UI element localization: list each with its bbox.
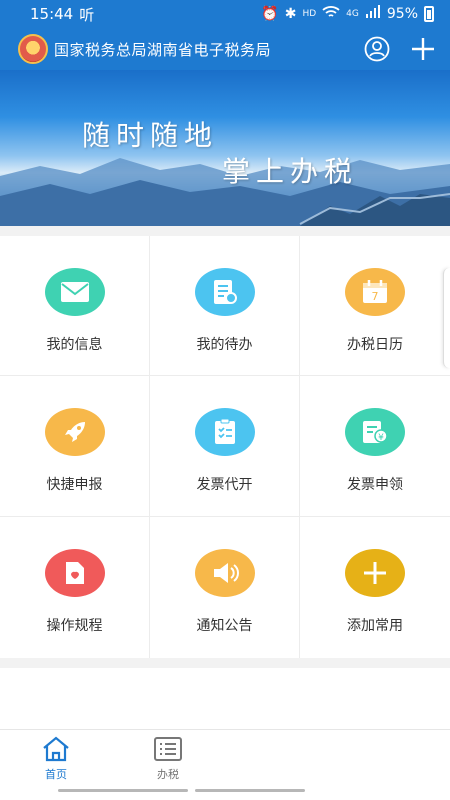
menu-label: 我的信息 [46, 337, 103, 353]
menu-operation-guide[interactable]: 操作规程 [0, 517, 150, 658]
gesture-bar [195, 789, 305, 792]
side-drawer-handle[interactable] [443, 268, 450, 368]
nav-tax[interactable]: 办税 [112, 730, 224, 784]
add-icon[interactable] [408, 34, 438, 64]
invoice-icon: ¥ [345, 408, 405, 456]
status-time: 15:44 [30, 5, 74, 23]
menu-label: 办税日历 [347, 337, 403, 353]
bluetooth-icon: ✱ [284, 6, 297, 22]
menu-invoice-apply[interactable]: ¥ 发票申领 [300, 376, 450, 517]
menu-quick-declare[interactable]: 快捷申报 [0, 376, 150, 517]
banner[interactable]: 随时随地 掌上办税 [0, 70, 450, 226]
network-type: 4G [346, 9, 359, 19]
nav-tax-label: 办税 [157, 768, 179, 781]
banner-slogan-line1: 随时随地 [82, 119, 219, 152]
todo-icon [194, 268, 255, 316]
checklist-icon [194, 408, 255, 456]
plus-icon [345, 549, 405, 597]
menu-label: 快捷申报 [46, 477, 103, 493]
section-divider [0, 226, 450, 236]
app-bar: 国家税务总局湖南省电子税务局 [0, 28, 450, 70]
menu-label: 操作规程 [46, 618, 103, 634]
menu-my-todo[interactable]: 我的待办 [150, 236, 300, 376]
app-title: 国家税务总局湖南省电子税务局 [54, 40, 272, 59]
menu-label: 发票申领 [347, 477, 403, 493]
status-bar: 15:44 听 ⏰ ✱ HD 4G 95% [0, 0, 450, 28]
rocket-icon [44, 408, 105, 456]
section-divider [0, 658, 450, 668]
gesture-bar [58, 789, 188, 792]
battery-percent: 95% [386, 6, 418, 22]
wifi-icon [322, 5, 340, 23]
home-icon [43, 736, 69, 762]
guide-icon [44, 549, 105, 597]
user-profile-icon[interactable] [362, 34, 392, 64]
feature-grid: 我的信息 我的待办 7 办税日历 快捷申报 发票代开 ¥ 发票申领 操作规程 通… [0, 236, 450, 658]
signal-icon [365, 5, 381, 23]
tax-emblem-logo [18, 34, 48, 64]
bottom-nav: 首页 办税 [0, 729, 450, 784]
menu-add-favorite[interactable]: 添加常用 [300, 517, 450, 658]
mail-icon [44, 268, 105, 316]
alarm-icon: ⏰ [261, 6, 279, 22]
hd-indicator: HD [302, 9, 317, 19]
nav-home-label: 首页 [45, 768, 67, 781]
nav-home[interactable]: 首页 [0, 730, 112, 784]
status-app-indicator: 听 [79, 5, 95, 24]
menu-my-info[interactable]: 我的信息 [0, 236, 150, 376]
currency-symbol: ¥ [378, 433, 384, 443]
menu-tax-calendar[interactable]: 7 办税日历 [300, 236, 450, 376]
calendar-day: 7 [372, 290, 379, 303]
menu-label: 添加常用 [347, 618, 403, 634]
menu-invoice-issue[interactable]: 发票代开 [150, 376, 300, 517]
top-header: 15:44 听 ⏰ ✱ HD 4G 95% 国家税务总局湖南省电子税务局 [0, 0, 450, 70]
calendar-icon: 7 [345, 268, 405, 316]
list-icon [154, 737, 182, 761]
menu-label: 通知公告 [196, 618, 253, 634]
menu-label: 发票代开 [196, 477, 253, 493]
speaker-icon [194, 549, 255, 597]
banner-slogan-line2: 掌上办税 [222, 155, 359, 188]
menu-announcements[interactable]: 通知公告 [150, 517, 300, 658]
battery-icon [424, 6, 434, 22]
menu-label: 我的待办 [196, 337, 253, 353]
